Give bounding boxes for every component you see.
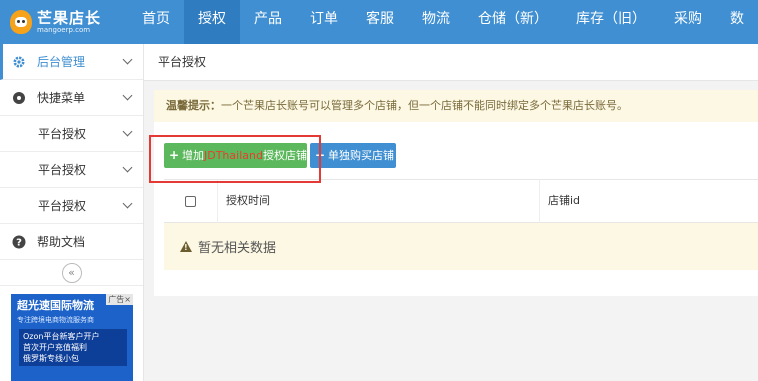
ad-line: Ozon平台新客户开户 [23,332,100,341]
stores-table: 授权时间 店铺id 暂无相关数据 [164,179,758,270]
notice-text: 一个芒果店长账号可以管理多个店铺，但一个店铺不能同时绑定多个芒果店长账号。 [221,99,628,112]
help-icon: ? [12,235,26,249]
warning-icon [180,241,192,252]
main-nav: 首页 授权 产品 订单 客服 物流 仓储（新） 库存（旧） 采购 数 [128,0,758,44]
notice-label: 温馨提示： [166,99,221,112]
sidebar-item-help-docs[interactable]: ? 帮助文档 [0,224,143,260]
logo-title: 芒果店长 [37,8,102,27]
sidebar-item-platform-auth-1[interactable]: 平台授权 [0,116,143,152]
sidebar-collapse-row: « [0,260,143,286]
highlight-box [149,135,321,183]
ad-line: 首次开户充值福利 [23,343,87,352]
nav-home[interactable]: 首页 [128,0,184,44]
select-all-cell [164,179,218,223]
chevron-down-icon [122,54,133,65]
ad-tagline: 专注跨境电商物流服务商 [17,316,94,324]
column-store-id[interactable]: 店铺id [540,179,758,223]
chevron-down-icon [122,162,133,173]
ad-close-button[interactable]: 广告× [106,294,133,305]
notice-bar: 温馨提示：一个芒果店长账号可以管理多个店铺，但一个店铺不能同时绑定多个芒果店长账… [154,90,758,122]
empty-state: 暂无相关数据 [164,223,758,270]
logo-subtitle: mangoerp.com [37,25,91,34]
logo[interactable]: 芒果店长 mangoerp.com [0,0,128,44]
svg-text:?: ? [16,237,22,248]
nav-products[interactable]: 产品 [240,0,296,44]
select-all-checkbox[interactable] [185,195,196,207]
breadcrumb: 平台授权 [144,44,758,81]
sidebar: 后台管理 快捷菜单 平台授权 平台授权 平台授权 ? 帮助文档 « 广告× 超光… [0,44,144,381]
sidebar-item-label: 后台管理 [37,55,86,69]
chevron-down-icon [122,90,133,101]
empty-text: 暂无相关数据 [198,241,277,256]
nav-data[interactable]: 数 [716,0,758,44]
sidebar-item-label: 平台授权 [38,127,87,141]
chevron-down-icon [122,126,133,137]
nav-inventory-old[interactable]: 库存（旧） [562,0,660,44]
sidebar-item-backend-management[interactable]: 后台管理 [0,44,143,80]
column-auth-time[interactable]: 授权时间 [218,179,540,223]
buy-store-button[interactable]: + 单独购买店铺 [310,143,396,168]
content-panel: 温馨提示：一个芒果店长账号可以管理多个店铺，但一个店铺不能同时绑定多个芒果店长账… [154,90,758,296]
nav-logistics[interactable]: 物流 [408,0,464,44]
sidebar-item-quick-menu[interactable]: 快捷菜单 [0,80,143,116]
chevron-down-icon [122,198,133,209]
nav-orders[interactable]: 订单 [296,0,352,44]
sidebar-item-platform-auth-3[interactable]: 平台授权 [0,188,143,224]
nav-warehouse-new[interactable]: 仓储（新） [464,0,562,44]
nav-purchasing[interactable]: 采购 [660,0,716,44]
sidebar-item-label: 快捷菜单 [37,91,86,105]
mango-logo-icon [10,10,32,34]
sidebar-item-platform-auth-2[interactable]: 平台授权 [0,152,143,188]
sidebar-item-label: 平台授权 [38,163,87,177]
disc-icon [12,91,26,105]
gear-icon [12,55,26,69]
ad-content: Ozon平台新客户开户 首次开户充值福利 俄罗斯专线小包 [19,329,127,366]
ad-banner[interactable]: 广告× 超光速国际物流 专注跨境电商物流服务商 Ozon平台新客户开户 首次开户… [11,294,133,381]
ad-line: 俄罗斯专线小包 [23,354,79,363]
nav-customer-service[interactable]: 客服 [352,0,408,44]
table-header: 授权时间 店铺id [164,179,758,223]
sidebar-item-label: 平台授权 [38,199,87,213]
collapse-sidebar-button[interactable]: « [61,262,82,283]
main-content: 平台授权 温馨提示：一个芒果店长账号可以管理多个店铺，但一个店铺不能同时绑定多个… [144,44,758,381]
sidebar-item-label: 帮助文档 [37,235,86,249]
nav-authorization[interactable]: 授权 [184,0,240,44]
top-navbar: 芒果店长 mangoerp.com 首页 授权 产品 订单 客服 物流 仓储（新… [0,0,758,44]
